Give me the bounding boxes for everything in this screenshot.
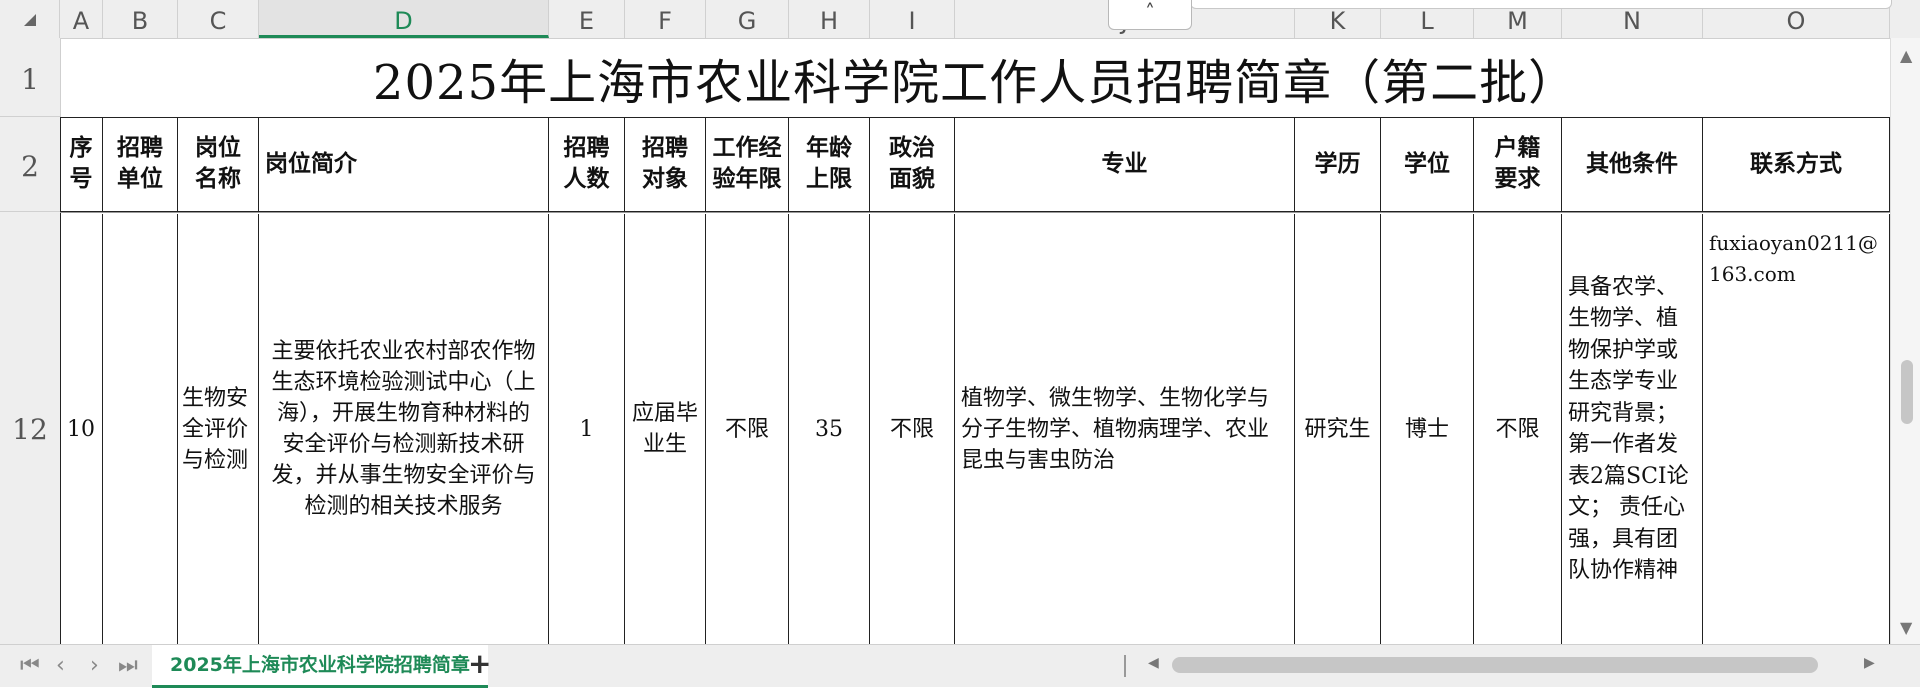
column-header-b[interactable]: B: [103, 0, 178, 38]
cell-hukou[interactable]: 不限: [1474, 214, 1562, 644]
next-sheet-icon[interactable]: ›: [90, 653, 99, 678]
first-sheet-icon[interactable]: ⏮: [20, 653, 40, 678]
header-other[interactable]: 其他条件: [1562, 117, 1703, 212]
row-header-bar: 1 2 12: [0, 38, 61, 644]
cell-seq[interactable]: 10: [60, 214, 103, 644]
header-major[interactable]: 专业: [955, 117, 1295, 212]
title-cell[interactable]: 2025年上海市农业科学院工作人员招聘简章（第二批）: [60, 38, 1890, 117]
cell-count[interactable]: 1: [549, 214, 625, 644]
header-count-label: 招聘人数: [563, 135, 610, 192]
header-age-label: 年龄上限: [806, 135, 852, 192]
cell-contact[interactable]: fuxiaoyan0211@163.com: [1703, 214, 1890, 644]
prev-sheet-icon[interactable]: ‹: [56, 653, 65, 678]
horizontal-scroll-thumb[interactable]: [1172, 657, 1818, 673]
header-age[interactable]: 年龄上限: [789, 117, 870, 212]
cell-other[interactable]: 具备农学、生物学、植物保护学或生态学专业研究背景；第一作者发表2篇SCI论文； …: [1562, 214, 1703, 644]
header-politics-label: 政治面貌: [889, 135, 935, 192]
select-all-corner[interactable]: [0, 0, 60, 38]
header-target[interactable]: 招聘对象: [625, 117, 706, 212]
vertical-scroll-thumb[interactable]: [1901, 360, 1913, 424]
column-header-d[interactable]: D: [259, 0, 549, 38]
cell-other-text: 具备农学、生物学、植物保护学或生态学专业研究背景；第一作者发表2篇SCI论文； …: [1568, 274, 1689, 584]
cell-contact-text: fuxiaoyan0211@163.com: [1709, 231, 1878, 286]
cell-education[interactable]: 研究生: [1295, 214, 1381, 644]
last-sheet-icon[interactable]: ⏭: [118, 653, 138, 678]
header-experience-label: 工作经验年限: [712, 135, 782, 192]
cell-intro[interactable]: 主要依托农业农村部农作物生态环境检验测试中心（上海），开展生物育种材料的安全评价…: [259, 214, 549, 644]
cell-post-text: 生物安全评价与检测: [182, 385, 249, 473]
scroll-down-icon[interactable]: ▼: [1900, 618, 1912, 637]
sheet-tab-active[interactable]: 2025年上海市农业科学院招聘简章: [152, 645, 488, 688]
header-hukou[interactable]: 户籍要求: [1474, 117, 1562, 212]
cell-politics[interactable]: 不限: [870, 214, 955, 644]
formula-bar-edge: [1190, 0, 1892, 9]
select-all-icon: [24, 14, 36, 26]
column-header-c[interactable]: C: [178, 0, 259, 38]
cell-experience[interactable]: 不限: [706, 214, 789, 644]
header-contact[interactable]: 联系方式: [1703, 117, 1890, 212]
row-header-12[interactable]: 12: [0, 212, 60, 644]
cell-target-text: 应届毕业生: [631, 401, 698, 457]
row-header-2[interactable]: 2: [0, 117, 60, 212]
cell-major-text: 植物学、微生物学、生物化学与分子生物学、植物病理学、农业昆虫与害虫防治: [961, 385, 1270, 473]
cell-unit[interactable]: [103, 214, 178, 644]
header-unit-label: 招聘单位: [117, 135, 163, 192]
scroll-up-icon[interactable]: ▲: [1900, 46, 1912, 65]
header-politics[interactable]: 政治面貌: [870, 117, 955, 212]
header-experience[interactable]: 工作经验年限: [706, 117, 789, 212]
column-header-e[interactable]: E: [549, 0, 625, 38]
sheet-tab-bar: ⏮ ‹ › ⏭ 2025年上海市农业科学院招聘简章 + ◀ ▶: [0, 644, 1920, 688]
column-header-f[interactable]: F: [625, 0, 706, 38]
cell-major[interactable]: 植物学、微生物学、生物化学与分子生物学、植物病理学、农业昆虫与害虫防治: [955, 214, 1295, 644]
header-post[interactable]: 岗位名称: [178, 117, 259, 212]
cell-post[interactable]: 生物安全评价与检测: [178, 214, 259, 644]
header-post-label: 岗位名称: [195, 135, 241, 192]
header-seq[interactable]: 序号: [60, 117, 103, 212]
scroll-left-icon[interactable]: ◀: [1148, 655, 1159, 671]
vertical-scrollbar[interactable]: ▲ ▼: [1890, 38, 1920, 644]
header-intro[interactable]: 岗位简介: [259, 117, 549, 212]
cell-target[interactable]: 应届毕业生: [625, 214, 706, 644]
tab-scroll-splitter[interactable]: [1124, 655, 1126, 677]
add-sheet-button[interactable]: +: [468, 647, 491, 680]
column-header-i[interactable]: I: [870, 0, 955, 38]
collapse-ribbon-button[interactable]: ˄: [1108, 0, 1192, 30]
cell-age[interactable]: 35: [789, 214, 870, 644]
column-header-a[interactable]: A: [60, 0, 103, 38]
header-degree[interactable]: 学位: [1381, 117, 1474, 212]
column-header-g[interactable]: G: [706, 0, 789, 38]
header-target-label: 招聘对象: [642, 135, 688, 192]
sheet-grid: 2025年上海市农业科学院工作人员招聘简章（第二批） 序号 招聘单位 岗位名称 …: [60, 38, 1890, 644]
cell-intro-text: 主要依托农业农村部农作物生态环境检验测试中心（上海），开展生物育种材料的安全评价…: [271, 339, 536, 519]
scroll-right-icon[interactable]: ▶: [1864, 655, 1875, 671]
cell-degree[interactable]: 博士: [1381, 214, 1474, 644]
freeze-pane-line: [60, 212, 1890, 213]
header-count[interactable]: 招聘人数: [549, 117, 625, 212]
column-header-bar: A B C D E F G H I J K L M N O ˄: [0, 0, 1920, 39]
column-header-h[interactable]: H: [789, 0, 870, 38]
horizontal-scrollbar[interactable]: ◀ ▶: [1148, 655, 1875, 675]
header-hukou-label: 户籍要求: [1494, 135, 1541, 192]
header-unit[interactable]: 招聘单位: [103, 117, 178, 212]
row-header-1[interactable]: 1: [0, 38, 60, 117]
header-education[interactable]: 学历: [1295, 117, 1381, 212]
header-seq-label: 序号: [69, 135, 93, 192]
